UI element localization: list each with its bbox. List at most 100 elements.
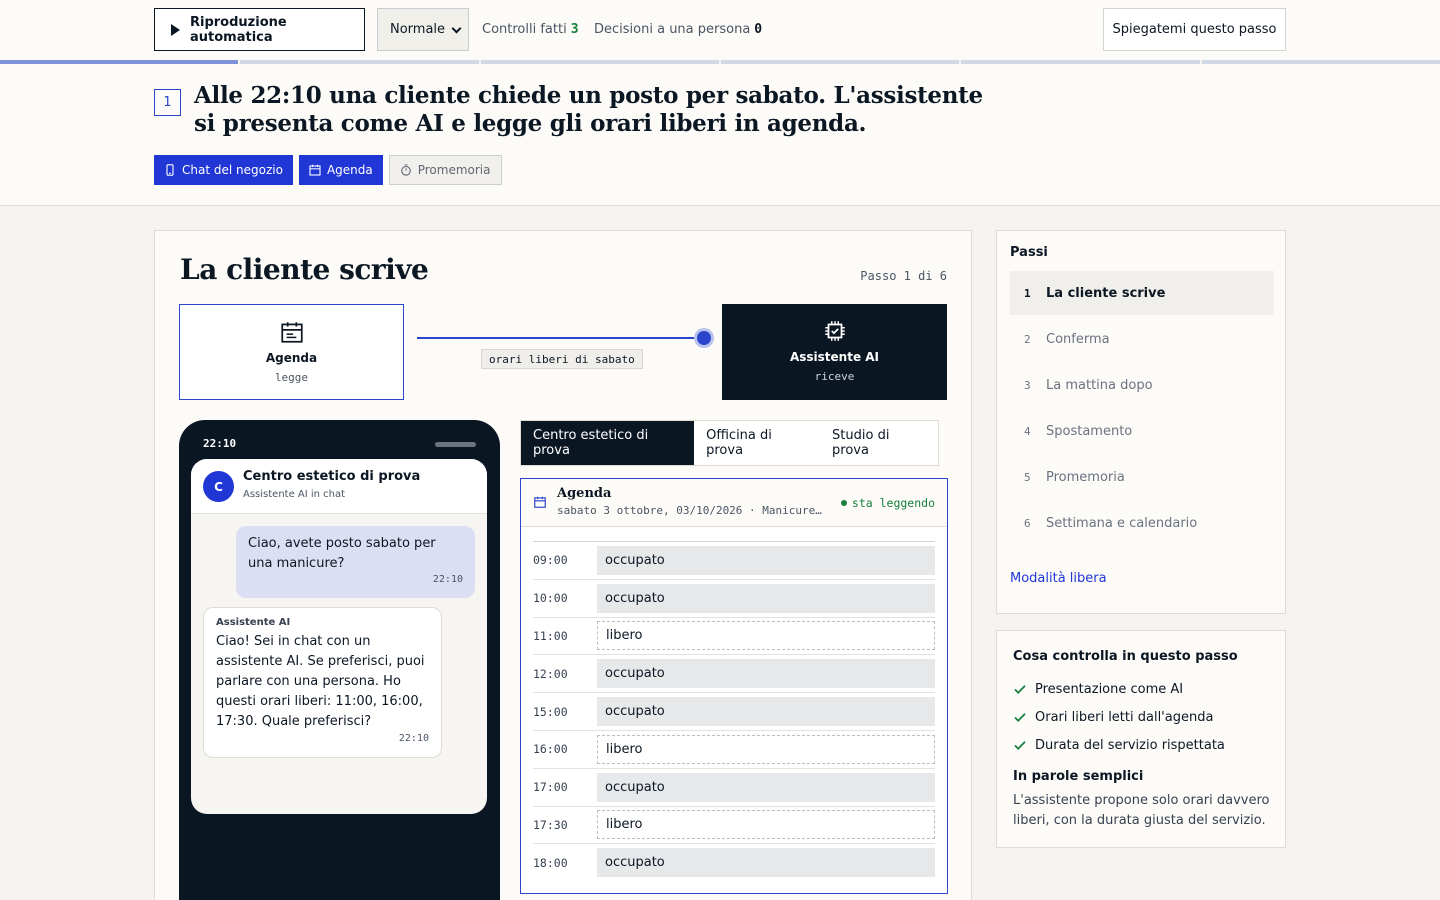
- agenda-slots: 09:00 occupato 10:00 occupato 11:00 libero 12:…: [533, 541, 935, 881]
- slot-time: 15:00: [533, 704, 568, 719]
- slot-busy: occupato: [597, 545, 935, 575]
- message-sender: Assistente AI: [216, 617, 291, 628]
- step-item-5[interactable]: 5 Promemoria: [1010, 455, 1274, 499]
- agenda-status-text: sta leggendo: [851, 496, 935, 510]
- agenda-slot-row: 09:00 occupato: [533, 541, 935, 579]
- autoplay-button[interactable]: Riproduzione automatica: [154, 8, 365, 51]
- flow-label: orari liberi di sabato: [481, 349, 643, 369]
- calendar-icon: [309, 164, 321, 176]
- agenda-slot-row: 17:30 libero: [533, 805, 935, 844]
- check-label: Orari liberi letti dall'agenda: [1035, 709, 1214, 725]
- message-text: Ciao, avete posto sabato per una manicur…: [248, 536, 436, 571]
- slot-busy: occupato: [597, 659, 935, 689]
- scene-title: La cliente scrive: [180, 253, 429, 286]
- timer-icon: [400, 164, 412, 176]
- message-time: 22:10: [398, 733, 429, 744]
- slot-busy: occupato: [597, 697, 935, 727]
- free-mode-link[interactable]: Modalità libera: [1010, 571, 1107, 586]
- slot-time: 16:00: [533, 742, 568, 757]
- flow-target-verb: riceve: [814, 370, 855, 383]
- step-item-label: La cliente scrive: [1046, 285, 1166, 301]
- autoplay-label: Riproduzione automatica: [190, 14, 287, 45]
- flow-target-name: Assistente AI: [789, 350, 880, 364]
- flow-source-node: Agenda legge: [179, 304, 404, 400]
- top-toolbar: Riproduzione automatica Normale Controll…: [0, 0, 1440, 60]
- step-item-number: 2: [1024, 332, 1031, 346]
- flow-source-name: Agenda: [265, 351, 318, 365]
- speed-select[interactable]: Normale: [377, 8, 469, 51]
- flow-source-verb: legge: [274, 371, 309, 384]
- step-item-6[interactable]: 6 Settimana e calendario: [1010, 501, 1274, 545]
- step-counter: Passo 1 di 6: [860, 269, 947, 283]
- step-headline: Alle 22:10 una cliente chiede un posto p…: [194, 82, 983, 137]
- calendar-icon: [534, 496, 546, 508]
- explain-step-button[interactable]: Spiegatemi questo passo: [1103, 8, 1286, 51]
- tab-officina[interactable]: Officina di prova: [694, 421, 820, 465]
- plain-words-title: In parole semplici: [1013, 769, 1144, 784]
- step-item-number: 4: [1024, 424, 1031, 438]
- tab-centro-estetico[interactable]: Centro estetico di prova: [521, 421, 695, 465]
- agenda-panel: Agenda sabato 3 ottobre, 03/10/2026 · Ma…: [520, 478, 948, 894]
- channel-chip-agenda[interactable]: Agenda: [298, 155, 383, 185]
- check-item: Orari liberi letti dall'agenda: [1013, 703, 1225, 731]
- slot-time: 10:00: [533, 591, 568, 606]
- checkmark-icon: [1013, 738, 1027, 752]
- checks-counter: Controlli fatti 3: [482, 22, 579, 37]
- step-item-1[interactable]: 1 La cliente scrive: [1010, 271, 1274, 315]
- channel-chip-chat-del-negozio[interactable]: Chat del negozio: [154, 155, 293, 185]
- message-text: Ciao! Sei in chat con un assistente AI. …: [216, 634, 425, 729]
- steps-title: Passi: [1010, 245, 1048, 260]
- step-item-number: 6: [1024, 516, 1031, 530]
- slot-time: 17:30: [533, 817, 568, 832]
- step-item-3[interactable]: 3 La mattina dopo: [1010, 363, 1274, 407]
- agenda-slot-row: 17:00 occupato: [533, 767, 935, 806]
- step-header: 1 Alle 22:10 una cliente chiede un posto…: [0, 64, 1440, 206]
- checkmark-icon: [1013, 682, 1027, 696]
- customer-message: Ciao, avete posto sabato per una manicur…: [236, 526, 475, 598]
- slot-time: 12:00: [533, 666, 568, 681]
- slot-free: libero: [597, 810, 935, 840]
- agenda-status: sta leggendo: [840, 496, 935, 510]
- status-dot-icon: [840, 500, 847, 506]
- speed-value: Normale: [390, 22, 446, 37]
- channel-label: Chat del negozio: [182, 163, 283, 177]
- chat-contact-subtitle: Assistente AI in chat: [243, 489, 346, 500]
- checks-panel: Cosa controlla in questo passo Presentaz…: [996, 630, 1286, 848]
- check-item: Presentazione come AI: [1013, 675, 1225, 703]
- chat-contact-name: Centro estetico di prova: [243, 469, 421, 484]
- business-tabs: Centro estetico di prova Officina di pro…: [520, 420, 939, 466]
- agenda-slot-row: 15:00 occupato: [533, 692, 935, 730]
- channel-label: Agenda: [326, 163, 373, 177]
- check-list: Presentazione come AI Orari liberi letti …: [1013, 675, 1225, 759]
- step-item-number: 3: [1024, 378, 1031, 392]
- phone-clock: 22:10: [203, 437, 237, 450]
- checks-title: Cosa controlla in questo passo: [1013, 649, 1238, 664]
- step-item-4[interactable]: 4 Spostamento: [1010, 409, 1274, 453]
- step-list: 1 La cliente scrive 2 Conferma 3 La mattina d…: [1010, 271, 1274, 547]
- slot-busy: occupato: [597, 583, 935, 613]
- step-item-2[interactable]: 2 Conferma: [1010, 317, 1274, 361]
- step-number-badge: 1: [154, 89, 181, 116]
- step-item-label: Settimana e calendario: [1046, 515, 1198, 531]
- channel-label: Promemoria: [417, 163, 491, 177]
- step-item-number: 5: [1024, 470, 1031, 484]
- slot-busy: occupato: [597, 772, 935, 802]
- steps-panel: Passi 1 La cliente scrive 2 Conferma 3 La mat…: [996, 230, 1286, 614]
- play-icon: [171, 23, 180, 36]
- step-item-label: Spostamento: [1046, 423, 1133, 439]
- step-item-label: Promemoria: [1046, 469, 1125, 485]
- phone-icon: [164, 164, 176, 176]
- human-count: 0: [754, 22, 763, 37]
- human-label: Decisioni a una persona: [594, 22, 751, 37]
- channel-chip-promemoria[interactable]: Promemoria: [388, 155, 502, 185]
- chat-screen: C Centro estetico di prova Assistente AI…: [191, 459, 487, 814]
- flow-packet-dot: [697, 331, 711, 345]
- slot-time: 11:00: [533, 628, 568, 643]
- tab-studio[interactable]: Studio di prova: [820, 421, 938, 465]
- step-item-label: La mattina dopo: [1046, 377, 1153, 393]
- flow-target-node: Assistente AI riceve: [722, 304, 947, 400]
- check-label: Durata del servizio rispettata: [1035, 737, 1225, 753]
- agenda-header: Agenda sabato 3 ottobre, 03/10/2026 · Ma…: [521, 479, 947, 527]
- slot-busy: occupato: [597, 848, 935, 878]
- slot-free: libero: [597, 621, 935, 651]
